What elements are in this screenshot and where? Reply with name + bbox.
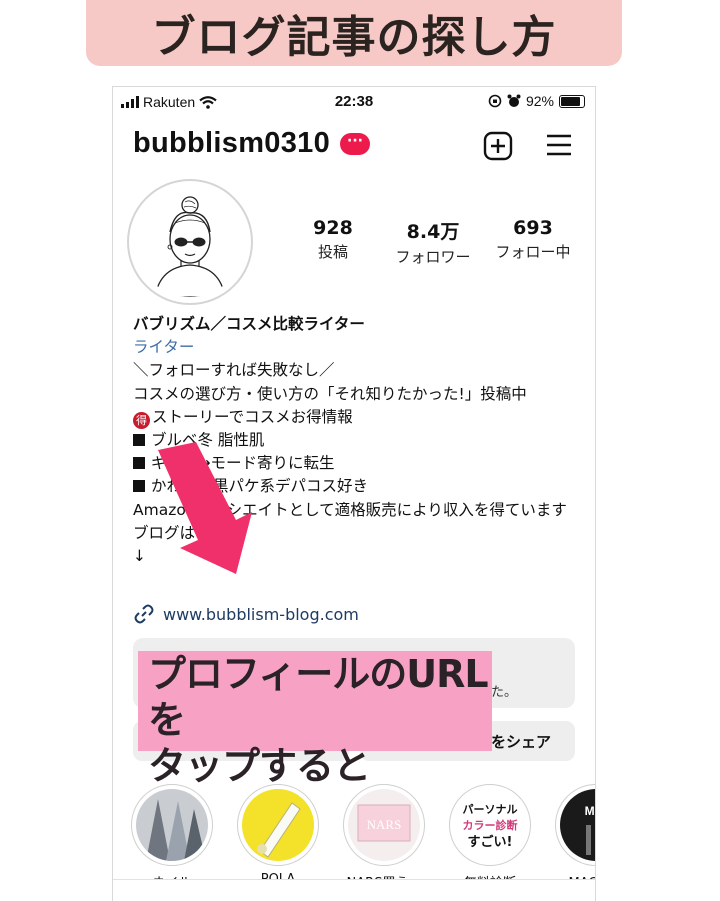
highlight-ring: [131, 784, 213, 866]
profile-header: bubblism0310 ···: [133, 127, 370, 160]
avatar-illustration: [135, 187, 245, 297]
bio-line: ＼フォローすれば失敗なし／: [133, 361, 335, 380]
stat-followers-label: フォロワー: [395, 248, 471, 266]
alarm-icon: [507, 94, 521, 107]
highlight-thumbnail: パーソナルカラー診断すごい!: [454, 789, 526, 861]
bio-name: バブリズム／コスメ比較ライター: [133, 315, 365, 333]
stat-posts-value: 928: [313, 217, 353, 239]
story-highlights: ネイル POLA NARS NARS買う… パーソナルカラー診断すごい! 無料診…: [131, 784, 596, 891]
bottom-tab-bar: [113, 879, 595, 901]
banner-title: ブログ記事の探し方: [151, 12, 557, 63]
highlight-brand-text: M·A: [585, 804, 596, 818]
highlight-brand-text: NARS: [367, 817, 402, 832]
status-right: 92%: [488, 93, 585, 109]
link-icon: [134, 604, 154, 624]
battery-percent: 92%: [525, 93, 554, 109]
highlight-diagnosis[interactable]: パーソナルカラー診断すごい! 無料診断: [449, 784, 531, 891]
highlight-thumbnail: M·A: [560, 789, 596, 861]
highlight-art-text: すごい!: [468, 834, 513, 850]
profile-stats: 928 投稿 8.4万 フォロワー 693 フォロー中: [283, 217, 583, 267]
profile-link-text[interactable]: www.bubblism-blog.com: [163, 605, 359, 624]
bio-line-text: ストーリーでコスメお得情報: [152, 407, 353, 426]
stat-followers-value: 8.4万: [406, 221, 460, 243]
stat-posts-label: 投稿: [317, 243, 348, 261]
stat-following[interactable]: 693 フォロー中: [483, 217, 583, 267]
highlight-art-text: パーソナル: [463, 803, 518, 816]
deal-icon: 得: [133, 411, 150, 429]
highlight-art-text: カラー診断: [463, 818, 518, 832]
rotation-lock-icon: [488, 94, 502, 108]
bio-line: 得ストーリーでコスメお得情報: [133, 406, 595, 429]
bio-line: コスメの選び方・使い方の「それ知りたかった!」投稿中: [133, 384, 527, 403]
pointer-arrow-icon: [158, 442, 252, 574]
avatar[interactable]: [127, 179, 253, 305]
highlight-ring: M·A: [555, 784, 596, 866]
stat-following-label: フォロー中: [495, 243, 571, 261]
highlight-nail[interactable]: ネイル: [131, 784, 213, 891]
stat-posts[interactable]: 928 投稿: [283, 217, 383, 267]
highlight-thumbnail: [136, 789, 208, 861]
highlight-mac[interactable]: M·A MAC購…: [555, 784, 596, 891]
stat-followers[interactable]: 8.4万 フォロワー: [383, 217, 483, 267]
bio-category: ライター: [133, 338, 195, 357]
highlight-thumbnail: NARS: [348, 789, 420, 861]
caption-line-1: プロフィールのURLを: [148, 652, 489, 742]
caption-line-2: タップすると: [148, 744, 371, 788]
title-banner: ブログ記事の探し方: [86, 0, 622, 66]
instruction-caption: プロフィールのURLを タップすると: [138, 651, 492, 788]
highlight-ring: パーソナルカラー診断すごい!: [449, 784, 531, 866]
highlight-ring: [237, 784, 319, 866]
highlight-ring: NARS: [343, 784, 425, 866]
menu-icon[interactable]: [545, 131, 573, 159]
username[interactable]: bubblism0310: [133, 127, 330, 160]
stat-following-value: 693: [513, 217, 553, 239]
status-bar: Rakuten 22:38 92%: [113, 87, 595, 117]
create-post-icon[interactable]: [483, 131, 513, 161]
dashboard-text: た。: [490, 685, 517, 700]
highlight-nars[interactable]: NARS NARS買う…: [343, 784, 425, 891]
more-badge[interactable]: ···: [340, 132, 370, 155]
battery-icon: [559, 94, 585, 108]
highlight-thumbnail: [242, 789, 314, 861]
highlight-pola[interactable]: POLA: [237, 784, 319, 891]
profile-link[interactable]: www.bubblism-blog.com: [133, 603, 359, 625]
share-profile-label: をシェア: [490, 733, 551, 751]
